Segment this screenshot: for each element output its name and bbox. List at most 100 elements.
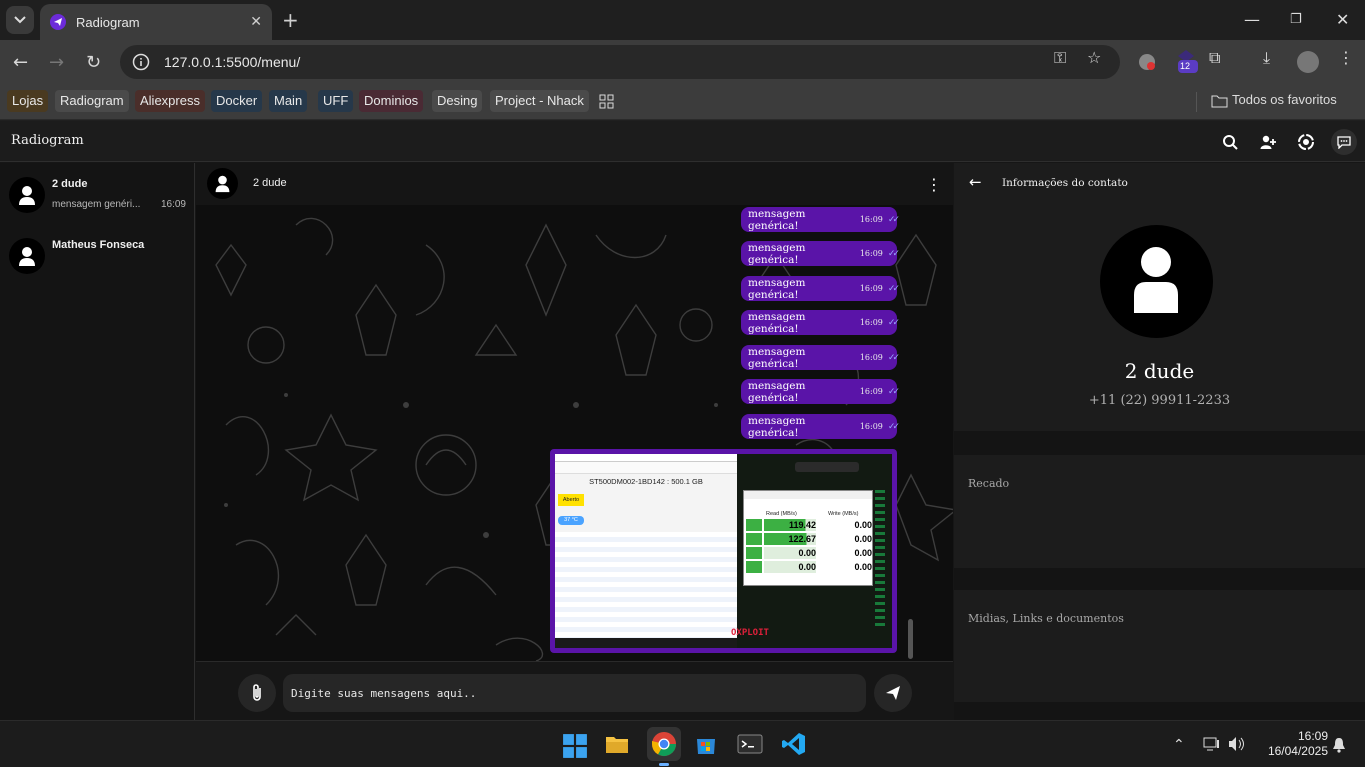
- chrome-taskbar-button[interactable]: [647, 727, 681, 766]
- bookmark-star-icon[interactable]: ☆: [1087, 48, 1101, 67]
- bookmarks-bar: Lojas Radiogram Aliexpress Docker Main U…: [0, 86, 1365, 120]
- chat-messages-area: mensagem genérica! 16:09 ✓✓ mensagem gen…: [196, 205, 953, 661]
- close-window-button[interactable]: ✕: [1336, 10, 1349, 29]
- message-bubble[interactable]: mensagem genérica! 16:09 ✓✓: [741, 276, 900, 301]
- search-button[interactable]: [1217, 129, 1243, 155]
- new-chat-button[interactable]: [1331, 129, 1357, 155]
- extensions-puzzle-icon[interactable]: ⧉: [1209, 48, 1220, 68]
- contact-info-name: 2 dude: [1124, 359, 1195, 383]
- bookmark-docker[interactable]: Docker: [211, 90, 263, 112]
- all-bookmarks-folder[interactable]: Todos os favoritos: [1232, 92, 1337, 107]
- close-tab-icon[interactable]: ✕: [250, 14, 262, 30]
- file-explorer-icon[interactable]: [604, 731, 630, 757]
- system-clock[interactable]: 16:09 16/04/2025: [1256, 729, 1328, 759]
- disk-temperature-badge: 37 °C: [558, 516, 584, 525]
- message-bubble[interactable]: mensagem genérica! 16:09 ✓✓: [741, 241, 900, 266]
- bookmark-aliexpress[interactable]: Aliexpress: [135, 90, 205, 112]
- message-bubble[interactable]: mensagem genérica! 16:09 ✓✓: [741, 310, 900, 335]
- screenshot-image: ST500DM002-1BD142 : 500.1 GB Aberto 37 °…: [555, 454, 892, 648]
- contacts-sidebar: 2 dude mensagem genéri... 16:09 Matheus …: [0, 163, 195, 720]
- tab-title: Radiogram: [76, 14, 140, 30]
- bookmark-dominios[interactable]: Dominios: [359, 90, 424, 112]
- double-check-icon: ✓✓: [887, 352, 900, 363]
- bookmark-lojas[interactable]: Lojas: [7, 90, 49, 112]
- bookmark-desing[interactable]: Desing: [432, 90, 483, 112]
- message-composer: [196, 661, 953, 720]
- attach-button[interactable]: [238, 674, 276, 712]
- message-text: mensagem genérica!: [748, 345, 806, 370]
- message-input[interactable]: [283, 674, 866, 712]
- extension-badge-icon[interactable]: 12: [1174, 48, 1198, 73]
- contact-name: Matheus Fonseca: [52, 239, 145, 251]
- double-check-icon: ✓✓: [887, 283, 900, 294]
- image-message[interactable]: ST500DM002-1BD142 : 500.1 GB Aberto 37 °…: [550, 449, 897, 653]
- message-bubble[interactable]: mensagem genérica! 16:09 ✓✓: [741, 345, 900, 370]
- bookmark-main[interactable]: Main: [269, 90, 308, 112]
- notification-bell-icon[interactable]: [1332, 737, 1346, 753]
- minimize-button[interactable]: —: [1244, 10, 1260, 29]
- chat-contact-name[interactable]: 2 dude: [253, 177, 287, 189]
- clock-time: 16:09: [1297, 729, 1328, 743]
- address-bar[interactable]: 127.0.0.1:5500/menu/: [120, 45, 1120, 79]
- contact-large-avatar: [1100, 225, 1213, 338]
- chevron-down-icon: [14, 16, 26, 24]
- bookmark-project-nhack[interactable]: Project - Nhack: [490, 90, 589, 112]
- terminal-banner: OXPLOIT: [731, 628, 769, 638]
- chat-scrollbar[interactable]: [908, 619, 913, 659]
- read-header: Read (MB/s): [766, 511, 797, 517]
- browser-menu-icon[interactable]: ⋮: [1338, 48, 1354, 67]
- avatar: [9, 177, 45, 213]
- contact-info-panel: ← Informações do contato 2 dude +11 (22)…: [954, 163, 1365, 720]
- contact-last-message: mensagem genéri...: [52, 199, 141, 210]
- chat-panel: 2 dude ⋮ mensagem genérica! 16:09 ✓✓ men…: [196, 163, 953, 720]
- windows-taskbar: ⌃ 16:09 16/04/2025: [0, 720, 1365, 767]
- chat-menu-icon[interactable]: ⋮: [926, 175, 942, 194]
- reload-button[interactable]: ↻: [86, 52, 101, 73]
- add-contact-button[interactable]: [1255, 129, 1281, 155]
- new-tab-button[interactable]: +: [282, 8, 299, 32]
- tray-chevron-icon[interactable]: ⌃: [1173, 737, 1185, 753]
- tab-search-button[interactable]: [6, 6, 34, 34]
- bookmark-radiogram[interactable]: Radiogram: [55, 90, 129, 112]
- volume-icon[interactable]: [1228, 736, 1246, 752]
- contact-name: 2 dude: [52, 178, 88, 190]
- extension-badge-count: 12: [1180, 61, 1191, 71]
- bookmark-uff[interactable]: UFF: [318, 90, 354, 112]
- message-bubble[interactable]: mensagem genérica! 16:09 ✓✓: [741, 207, 900, 232]
- download-icon[interactable]: ⤓: [1263, 48, 1270, 68]
- contact-item[interactable]: 2 dude mensagem genéri... 16:09: [0, 163, 195, 223]
- media-section[interactable]: Midias, Links e documentos: [954, 590, 1365, 702]
- forward-button[interactable]: →: [49, 52, 64, 73]
- password-key-icon[interactable]: ⚿: [1054, 48, 1066, 68]
- back-button[interactable]: ←: [13, 52, 28, 73]
- recado-section: Recado: [954, 455, 1365, 568]
- back-arrow-icon[interactable]: ←: [969, 173, 982, 191]
- maximize-button[interactable]: ❐: [1290, 12, 1302, 27]
- message-bubble[interactable]: mensagem genérica! 16:09 ✓✓: [741, 379, 900, 404]
- terminal-window: Read (MB/s) Write (MB/s) 119.42 0.00 122…: [731, 454, 892, 648]
- recado-label: Recado: [968, 477, 1010, 490]
- contact-item[interactable]: Matheus Fonseca: [0, 225, 195, 285]
- message-text: mensagem genérica!: [748, 276, 806, 301]
- send-button[interactable]: [874, 674, 912, 712]
- profile-avatar[interactable]: [1297, 51, 1319, 73]
- message-time: 16:09: [859, 215, 883, 224]
- extension-icon[interactable]: [1137, 52, 1157, 72]
- network-icon[interactable]: [1203, 737, 1221, 751]
- status-button[interactable]: [1293, 129, 1319, 155]
- apps-grid-icon[interactable]: [599, 94, 614, 109]
- section-divider: [954, 431, 1365, 455]
- app-brand: Radiogram: [11, 133, 84, 148]
- read-value: 0.00: [764, 561, 816, 573]
- windows-start-icon[interactable]: [562, 733, 588, 759]
- terminal-icon[interactable]: [737, 731, 763, 757]
- site-info-icon[interactable]: [132, 53, 150, 71]
- chat-avatar[interactable]: [207, 168, 238, 199]
- vscode-icon[interactable]: [781, 731, 807, 757]
- read-value: 122.67: [764, 533, 816, 545]
- store-icon[interactable]: [693, 731, 719, 757]
- user-icon: [1134, 247, 1178, 313]
- browser-tab[interactable]: Radiogram ✕: [40, 4, 272, 40]
- folder-icon: [1211, 95, 1228, 108]
- message-bubble[interactable]: mensagem genérica! 16:09 ✓✓: [741, 414, 900, 439]
